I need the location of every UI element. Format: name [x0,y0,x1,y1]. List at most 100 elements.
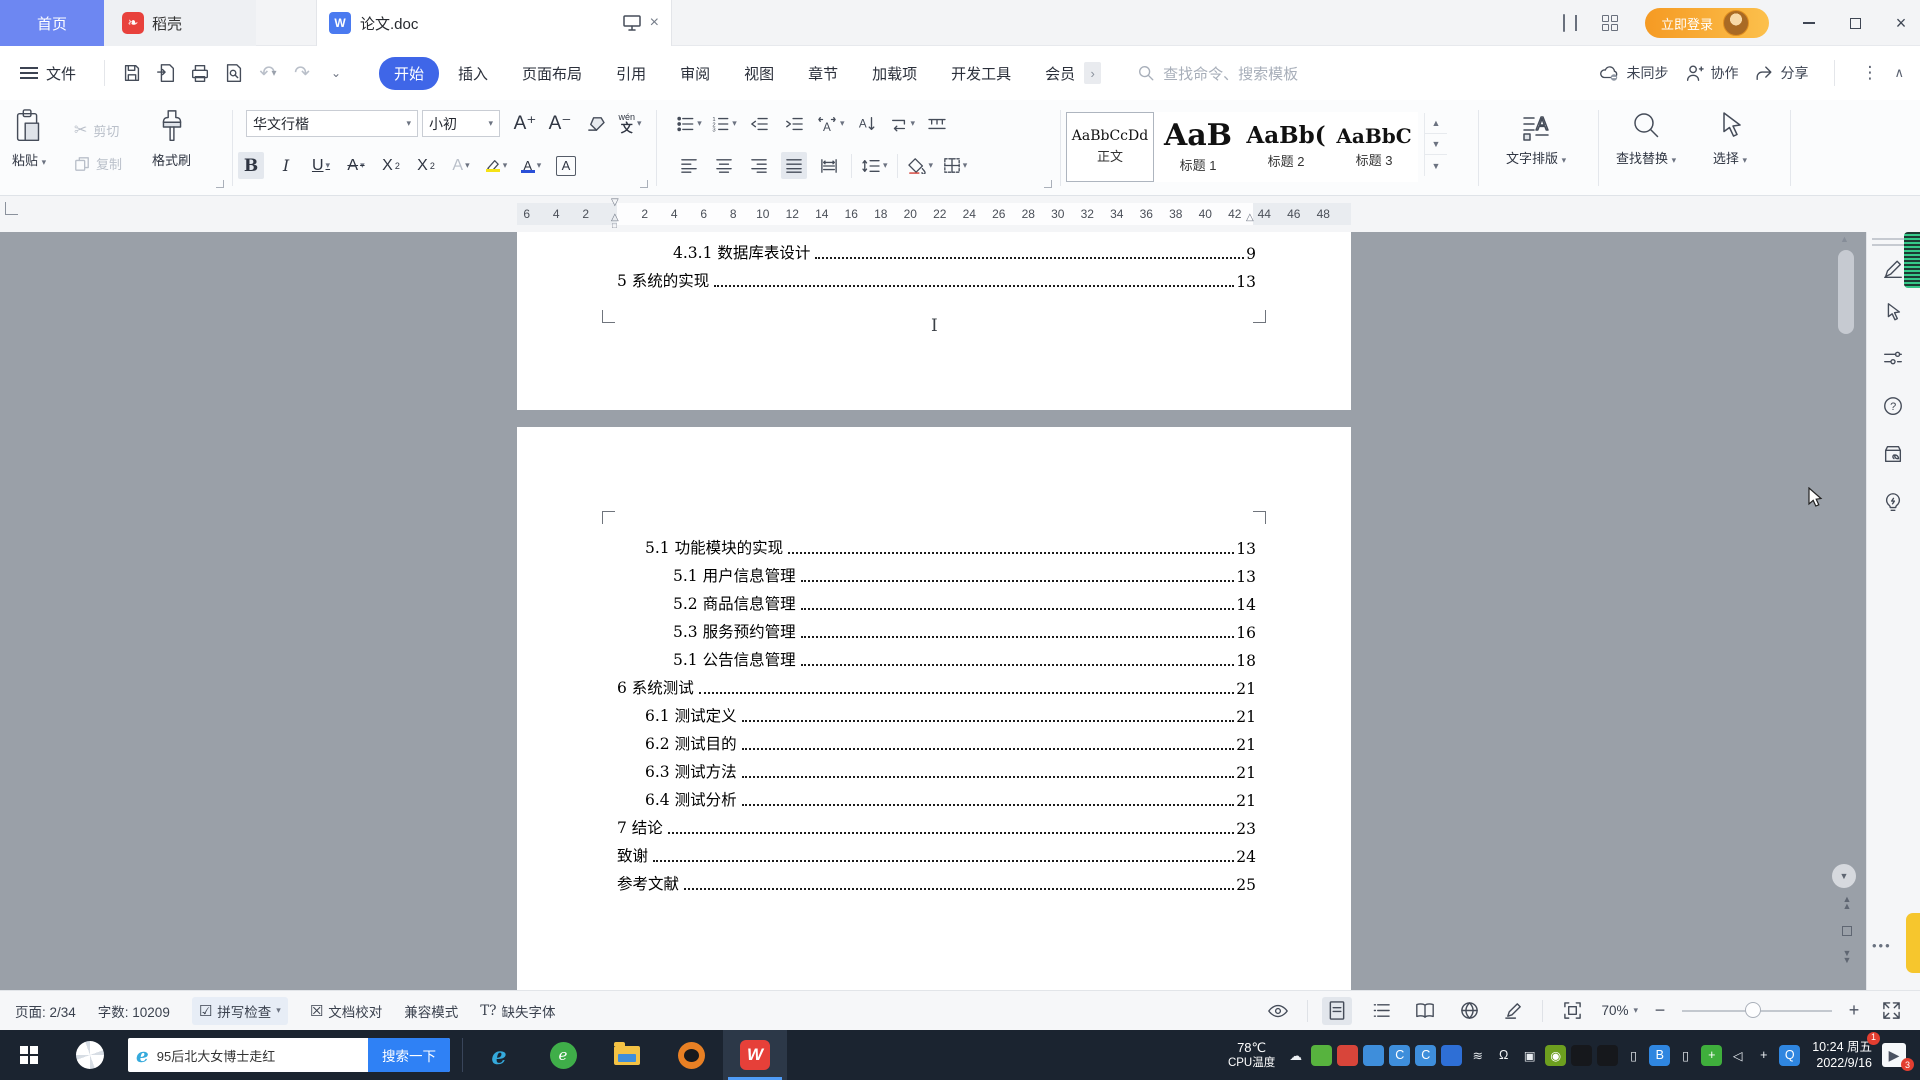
tray-icon[interactable]: C [1389,1045,1410,1066]
clear-format-button[interactable] [582,110,608,137]
ribbon-tab[interactable]: 审阅 [665,57,725,90]
docer-resources-icon[interactable] [1881,442,1905,466]
horizontal-ruler[interactable]: 6422468101214161820222426283032343638404… [0,196,1920,232]
close-doc-tab-icon[interactable]: × [650,15,659,31]
file-menu[interactable]: 文件 [0,63,94,84]
fit-page-icon[interactable] [1557,997,1587,1025]
format-painter-button[interactable]: 格式刷 [152,108,191,169]
character-border-button[interactable]: A [553,152,579,179]
page-3[interactable]: 5.1 功能模块的实现 13 5.1 用户信息管理 13 5.2 商品信息管理 … [517,427,1351,990]
ink-mode-icon[interactable] [1498,997,1528,1025]
page-indicator[interactable]: 页面: 2/34 [15,1001,76,1021]
increase-indent-button[interactable] [781,110,807,137]
toc-entry[interactable]: 7 结论 23 [617,813,1256,841]
find-replace-button[interactable]: 查找替换 ▾ [1616,108,1676,167]
tray-icon[interactable]: Q [1779,1045,1800,1066]
taskbar-wps[interactable]: W [723,1030,787,1080]
collapse-ribbon-icon[interactable]: ∧ [1894,65,1904,81]
decrease-indent-button[interactable] [746,110,772,137]
read-mode-icon[interactable] [1410,997,1440,1025]
font-dialog-launcher[interactable] [640,180,648,188]
tray-icon[interactable]: ▯ [1623,1045,1644,1066]
toc-entry[interactable]: 4.3.1 数据库表设计 9 [617,238,1256,266]
taskbar-green-browser[interactable]: e [531,1030,595,1080]
tray-icon[interactable]: ◁ [1727,1045,1748,1066]
ribbon-tab[interactable]: 视图 [729,57,789,90]
taskbar-search-box[interactable]: e 95后北大女博士走红 搜索一下 [128,1038,450,1072]
toc-entry[interactable]: 5 系统的实现 13 [617,266,1256,294]
tray-icon[interactable]: ☁ [1285,1045,1306,1066]
previous-page-button[interactable]: ▲▲ [1839,896,1855,910]
decrease-font-button[interactable]: A⁻ [547,110,573,137]
taskbar-file-explorer[interactable] [595,1030,659,1080]
copy-button[interactable]: 复制 [74,154,122,173]
tray-icon[interactable]: ≋ [1467,1045,1488,1066]
ribbon-tab[interactable]: 开发工具 [936,57,1026,90]
scroll-down-icon[interactable]: ▼ [1832,864,1856,888]
toc-entry[interactable]: 参考文献 25 [617,869,1256,897]
font-color-button[interactable]: A▾ [518,152,544,179]
sidebar-more-icon[interactable]: ••• [1872,938,1892,953]
print-preview-button[interactable] [217,56,251,90]
tips-bulb-icon[interactable] [1881,490,1905,514]
tray-icon[interactable] [1571,1045,1592,1066]
minimize-button[interactable] [1796,12,1822,34]
more-menu-icon[interactable]: ⋮ [1861,63,1878,83]
text-layout-button[interactable]: A 文字排版 ▾ [1506,108,1566,167]
tray-icon[interactable] [1337,1045,1358,1066]
borders-button[interactable]: ▾ [942,152,968,179]
page-2[interactable]: 4.3.1 数据库表设计 9 5 系统的实现 13 I [517,232,1351,410]
monitor-icon[interactable] [623,15,641,31]
sidebar-drag-handle[interactable] [1872,238,1908,246]
phonetic-guide-button[interactable]: wén文▾ [617,110,643,137]
strikethrough-button[interactable]: A▾ [343,152,369,179]
command-search[interactable]: 查找命令、搜索模板 [1137,63,1298,84]
toc-entry[interactable]: 6.3 测试方法 21 [617,757,1256,785]
ribbon-tab[interactable]: 加载项 [857,57,932,90]
taskbar-clock[interactable]: 1 10:24 周五 2022/9/16 [1812,1039,1872,1072]
italic-button[interactable]: I [273,152,299,179]
taskbar-pinwheel-app[interactable] [58,1030,122,1080]
toc-entry[interactable]: 5.3 服务预约管理 16 [617,617,1256,645]
tab-document[interactable]: W 论文.doc × [316,0,672,46]
scrollbar-thumb[interactable] [1838,250,1854,334]
zoom-slider-knob[interactable] [1745,1002,1761,1018]
close-button[interactable]: × [1888,12,1914,34]
zoom-out-button[interactable]: − [1652,1000,1668,1021]
bold-button[interactable]: B [238,152,264,179]
ribbon-tab[interactable]: 开始 [379,57,439,90]
ribbon-tab[interactable]: 会员 [1030,57,1090,90]
tray-icon[interactable] [1597,1045,1618,1066]
line-break-button[interactable]: ▾ [889,110,916,137]
tray-icon[interactable]: ◉ [1545,1045,1566,1066]
toc-entry[interactable]: 致谢 24 [617,841,1256,869]
document-proofing[interactable]: ☒文档校对 [310,1001,382,1021]
share-button[interactable]: 分享 [1754,63,1808,83]
styles-more-icon[interactable]: ▼ [1425,155,1447,176]
subscript-button[interactable]: X2 [413,152,439,179]
login-button[interactable]: 立即登录 [1645,8,1769,38]
align-left-button[interactable] [676,152,702,179]
window-grid-icon[interactable] [1602,15,1618,31]
increase-font-button[interactable]: A⁺ [512,110,538,137]
web-view-icon[interactable] [1454,997,1484,1025]
next-page-button[interactable]: ▼▼ [1839,950,1855,964]
tray-icon[interactable]: B [1649,1045,1670,1066]
eye-protect-icon[interactable] [1263,997,1293,1025]
sync-status[interactable]: 未同步 [1598,63,1668,83]
toc-entry[interactable]: 5.1 公告信息管理 18 [617,645,1256,673]
quick-access-more-icon[interactable]: ⌄ [319,56,353,90]
character-shading-button[interactable]: A▾ [448,152,474,179]
text-direction-button[interactable]: A [854,110,880,137]
redo-button[interactable]: ↷ [285,56,319,90]
highlight-color-button[interactable]: ▾ [483,152,509,179]
tray-icon[interactable] [1363,1045,1384,1066]
style-preset[interactable]: AaBbCcDd 正文 [1066,112,1154,182]
spell-check-toggle[interactable]: ☑拼写检查▾ [192,997,288,1025]
paragraph-dialog-launcher[interactable] [1044,180,1052,188]
shading-button[interactable]: ▾ [907,152,934,179]
font-size-select[interactable]: 小初▾ [422,110,500,137]
toc-entry[interactable]: 5.1 用户信息管理 13 [617,561,1256,589]
adjust-settings-icon[interactable] [1881,346,1905,370]
right-indent-marker[interactable]: △ [1246,213,1254,223]
